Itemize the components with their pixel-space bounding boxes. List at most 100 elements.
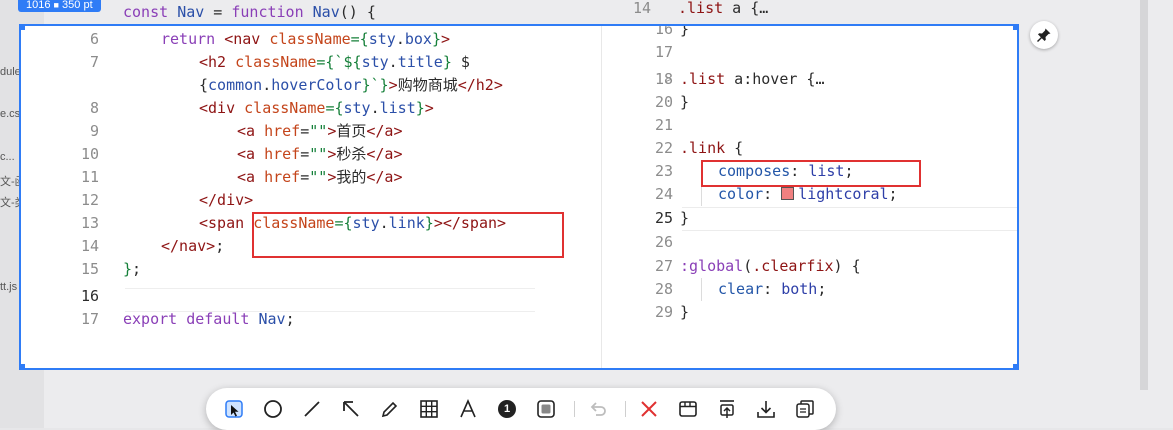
undo-icon	[590, 402, 606, 416]
code-text: <a href="">首页</a>	[237, 122, 403, 140]
code-text: :global(.clearfix) {	[680, 257, 861, 275]
code-line[interactable]: 6 return <nav className={sty.box}>	[21, 28, 601, 51]
line-number: 12	[80, 191, 99, 209]
number-badge-icon: 1	[498, 400, 516, 418]
code-text: <a href="">秒杀</a>	[237, 145, 403, 163]
download-tool-button[interactable]	[754, 397, 778, 421]
code-text: };	[123, 260, 142, 278]
mosaic-tool-button[interactable]	[417, 397, 441, 421]
code-text: }	[680, 303, 690, 321]
code-line[interactable]: 8 <div className={sty.list}>	[21, 97, 601, 120]
code-text: {common.hoverColor}`}>购物商城</h2>	[199, 76, 503, 94]
capture-height: 350	[62, 0, 81, 11]
code-line[interactable]: 17	[602, 41, 1017, 64]
code-text: <div className={sty.list}>	[199, 99, 434, 117]
line-number: 28	[654, 280, 673, 298]
bg-code-line5: const Nav = function Nav() {	[123, 3, 376, 21]
frame-tool-button[interactable]	[534, 397, 558, 421]
pin-tool-button[interactable]	[715, 397, 739, 421]
code-line[interactable]: 15};	[21, 258, 601, 281]
copy-icon	[796, 400, 814, 418]
code-text: }	[680, 93, 690, 111]
code-text: }	[680, 209, 690, 227]
code-line[interactable]: 9 <a href="">首页</a>	[21, 120, 601, 143]
line-number: 15	[80, 260, 99, 278]
capture-unit: pt	[83, 0, 93, 11]
color-swatch[interactable]	[781, 187, 795, 200]
number-tool-button[interactable]: 1	[495, 397, 519, 421]
select-tool-button[interactable]	[222, 397, 246, 421]
resize-handle[interactable]	[21, 364, 25, 368]
code-line[interactable]: 25}	[602, 207, 1017, 230]
resize-handle[interactable]	[21, 26, 25, 30]
code-line[interactable]: 20}	[602, 91, 1017, 114]
code-line[interactable]: 28 clear: both;	[602, 278, 1017, 301]
capture-dimension-badge: 1016 ■ 350 pt	[18, 0, 101, 12]
code-line[interactable]: 12 </div>	[21, 189, 601, 212]
code-line[interactable]: 16	[21, 285, 601, 308]
code-line[interactable]: >18 .list a:hover {…	[602, 68, 1017, 91]
line-number: 27	[654, 257, 673, 275]
background-scrollbar	[1140, 0, 1148, 390]
line-number: 17	[80, 310, 99, 328]
line-number: 14	[80, 237, 99, 255]
code-line[interactable]: 22 .link {	[602, 137, 1017, 160]
ellipse-tool-button[interactable]	[261, 397, 285, 421]
code-line[interactable]: 7 <h2 className={`${sty.title} $	[21, 51, 601, 74]
close-icon	[641, 401, 657, 417]
pencil-icon	[381, 401, 398, 418]
undo-tool-button[interactable]	[586, 397, 610, 421]
code-line[interactable]: {common.hoverColor}`}>购物商城</h2>	[21, 74, 601, 97]
code-line[interactable]: 29}	[602, 301, 1017, 324]
text-icon	[460, 399, 476, 418]
pin-button[interactable]	[1030, 21, 1058, 49]
code-line[interactable]: 27 :global(.clearfix) {	[602, 255, 1017, 278]
frame-icon	[537, 400, 555, 418]
line-number: 11	[80, 168, 99, 186]
close-tool-button[interactable]	[637, 397, 661, 421]
line-number: 7	[89, 53, 99, 71]
line-number: 20	[654, 93, 673, 111]
line-number: 22	[654, 139, 673, 157]
copy-tool-button[interactable]	[793, 397, 817, 421]
bg-line-number: 14	[632, 0, 651, 17]
text-tool-button[interactable]	[456, 397, 480, 421]
line-number: 10	[80, 145, 99, 163]
bg-file-item: c...	[0, 151, 15, 163]
toolbar-divider	[574, 401, 575, 417]
highlight-box-composes	[701, 160, 921, 187]
line-number: 25	[654, 209, 673, 227]
right-editor-pane[interactable]: 16} 17 >18 .list a:hover {… 20} 21 22 .link {23…	[601, 26, 1017, 368]
toolbar-divider	[625, 401, 626, 417]
line-number: 21	[654, 116, 673, 134]
line-number: 16	[80, 287, 99, 305]
code-line[interactable]: 11 <a href="">我的</a>	[21, 166, 601, 189]
window-tool-button[interactable]	[676, 397, 700, 421]
arrow-tool-button[interactable]	[339, 397, 363, 421]
code-line[interactable]: 17 export default Nav;	[21, 308, 601, 331]
line-number: 6	[89, 30, 99, 48]
select-icon	[225, 400, 243, 418]
indent-guide	[701, 278, 702, 301]
code-text: </div>	[199, 191, 254, 209]
pencil-tool-button[interactable]	[378, 397, 402, 421]
line-number: 17	[654, 43, 673, 61]
code-line[interactable]: 10 <a href="">秒杀</a>	[21, 143, 601, 166]
resize-handle[interactable]	[1013, 364, 1017, 368]
line-number: 24	[654, 185, 673, 203]
circle-icon	[264, 400, 282, 418]
code-text: clear: both;	[718, 280, 827, 298]
left-editor-pane[interactable]: 6 return <nav className={sty.box}> 7 <h2 cl…	[21, 26, 601, 368]
lock-icon: ■	[53, 0, 59, 10]
line-tool-button[interactable]	[300, 397, 324, 421]
code-line[interactable]: 26	[602, 231, 1017, 254]
code-text: </nav>;	[161, 237, 225, 255]
code-text: .link {	[680, 139, 744, 157]
bg-code-line14: .list a {…	[678, 0, 769, 17]
resize-handle[interactable]	[1013, 26, 1017, 30]
code-line[interactable]: 21	[602, 114, 1017, 137]
capture-region[interactable]: 6 return <nav className={sty.box}> 7 <h2 cl…	[19, 24, 1019, 370]
code-text: export default Nav;	[123, 310, 295, 328]
window-icon	[679, 401, 697, 417]
code-line[interactable]: 16}	[602, 26, 1017, 41]
